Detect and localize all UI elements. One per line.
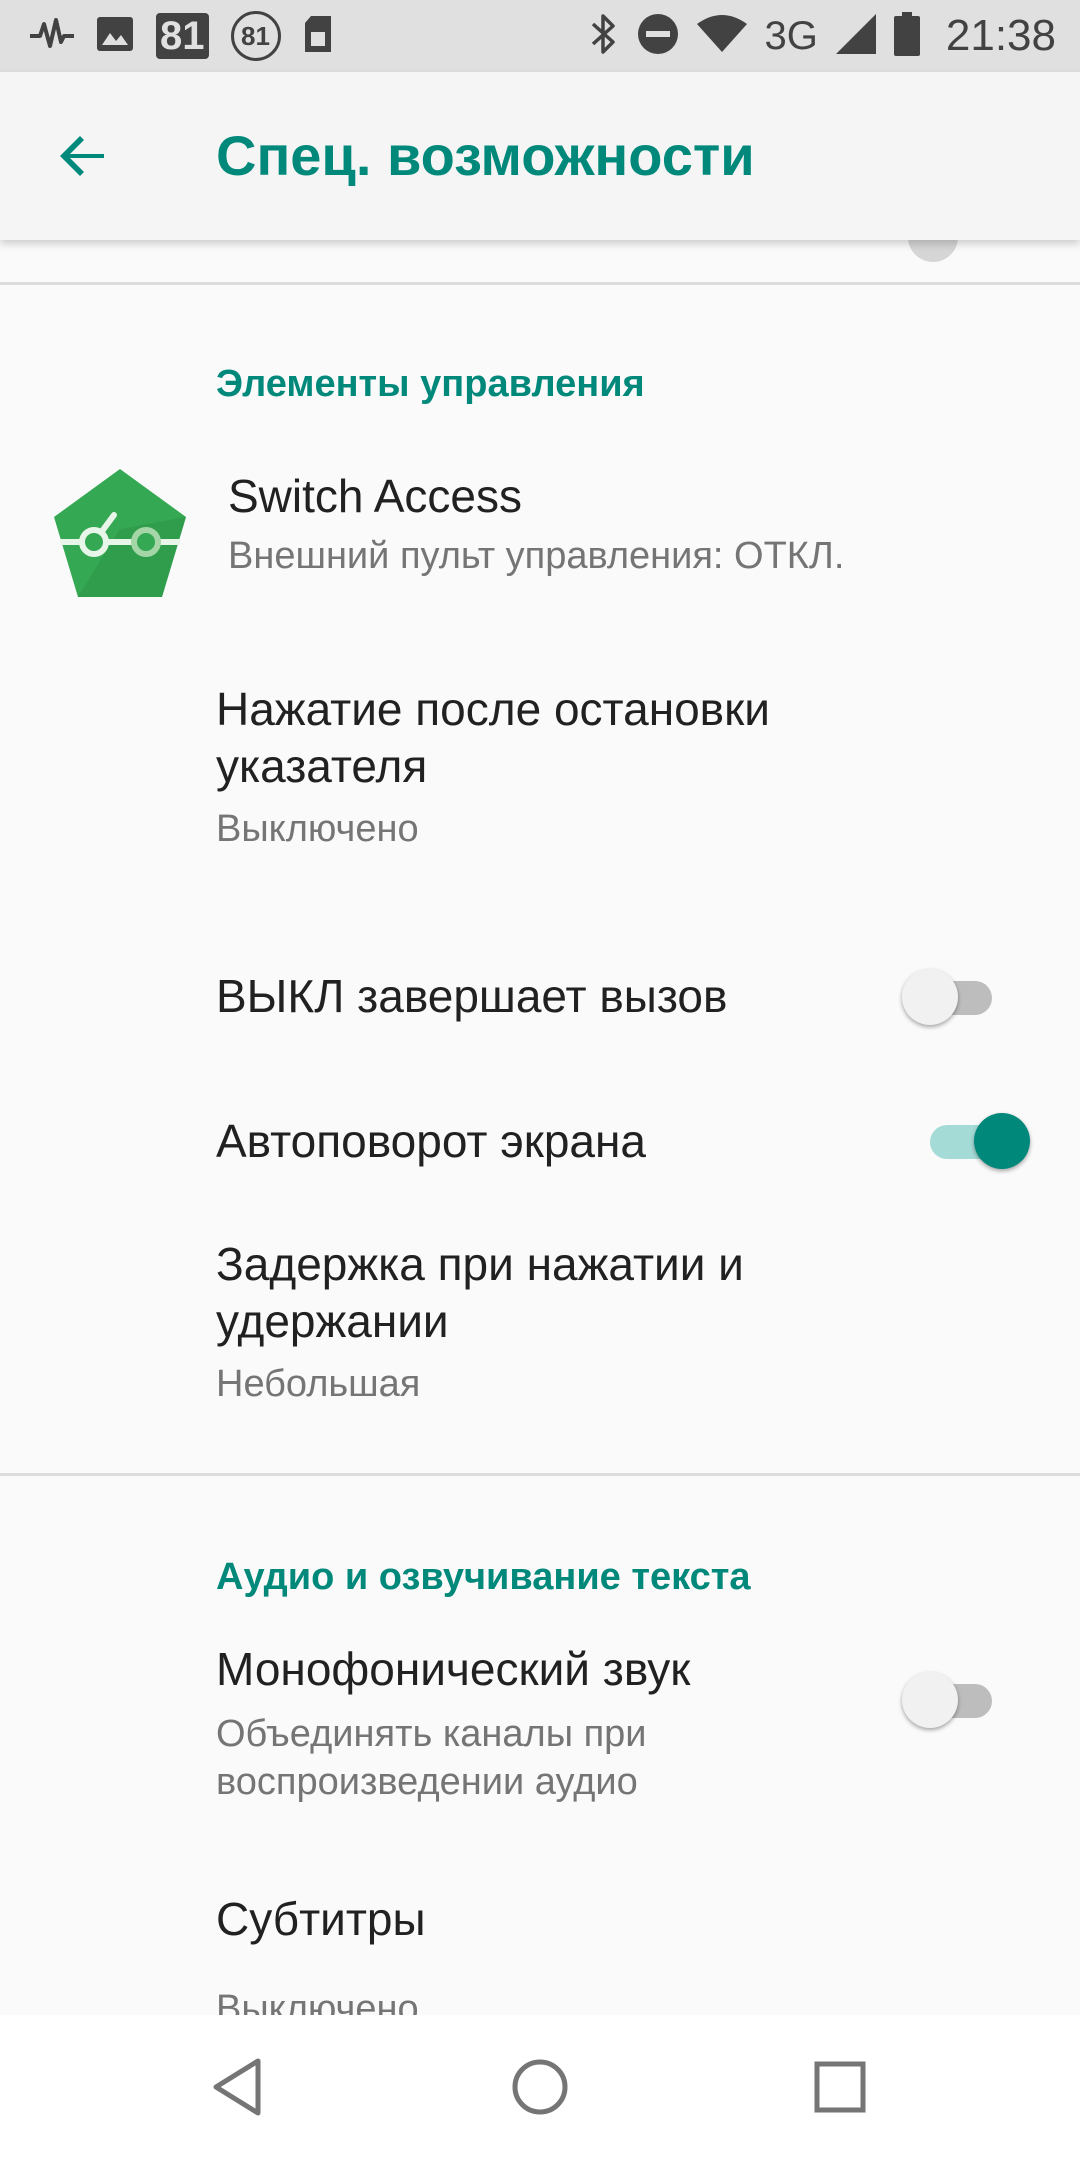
- captions-title: Субтитры: [216, 1893, 426, 1945]
- partial-toggle: [908, 240, 958, 262]
- toggle-thumb: [974, 1113, 1030, 1169]
- touch-hold-delay-title-line1: Задержка при нажатии и: [216, 1238, 744, 1290]
- circle-81-icon: 81: [230, 11, 281, 61]
- status-bar-notifications: 81 81: [30, 11, 333, 61]
- auto-rotate-toggle[interactable]: [920, 1113, 1030, 1169]
- section-header-controls: Элементы управления: [216, 363, 645, 405]
- nav-back-icon: [200, 2058, 280, 2131]
- captions-subtitle: Выключено: [216, 1988, 419, 2015]
- dwell-click-title-line1: Нажатие после остановки: [216, 683, 770, 735]
- nav-back-button[interactable]: [200, 2047, 280, 2127]
- switch-access-app-icon: [52, 467, 188, 606]
- auto-rotate-title: Автоповорот экрана: [216, 1115, 646, 1167]
- pulse-icon: [30, 14, 74, 59]
- touch-hold-delay-subtitle: Небольшая: [216, 1363, 421, 1405]
- nav-recents-button[interactable]: [800, 2047, 880, 2127]
- toggle-thumb: [902, 1672, 958, 1728]
- badge-81-icon: 81: [156, 13, 209, 59]
- navigation-bar: [0, 2015, 1080, 2160]
- back-button[interactable]: [52, 124, 116, 188]
- power-ends-call-toggle[interactable]: [902, 969, 1002, 1025]
- section-header-audio: Аудио и озвучивание текста: [216, 1556, 751, 1598]
- status-bar: 81 81 3G 21:38: [0, 0, 1080, 72]
- mono-audio-toggle[interactable]: [902, 1672, 1002, 1728]
- list-item-touch-hold-delay[interactable]: Задержка при нажатии и удержании Небольш…: [0, 1235, 1080, 1455]
- sim-icon: [303, 14, 333, 59]
- list-item-mono-audio[interactable]: Монофонический звук Объединять каналы пр…: [0, 1640, 1080, 1850]
- network-type-label: 3G: [764, 13, 818, 58]
- mono-audio-title: Монофонический звук: [216, 1643, 691, 1695]
- arrow-back-icon: [52, 136, 116, 192]
- nav-home-icon: [500, 2059, 580, 2131]
- list-item-power-ends-call[interactable]: ВЫКЛ завершает вызов: [0, 945, 1080, 1055]
- battery-icon: [893, 11, 920, 61]
- touch-hold-delay-title-line2: удержании: [216, 1295, 449, 1347]
- clock: 21:38: [945, 11, 1056, 60]
- bluetooth-icon: [589, 12, 619, 61]
- status-bar-system: 3G 21:38: [589, 11, 1056, 61]
- page-title: Спец. возможности: [216, 124, 755, 187]
- nav-recents-icon: [800, 2061, 880, 2131]
- switch-access-title: Switch Access: [228, 470, 522, 522]
- settings-list[interactable]: Элементы управления Switch Access Внешни…: [0, 240, 1080, 2015]
- section-divider: [0, 282, 1080, 285]
- image-icon: [96, 15, 134, 58]
- wifi-icon: [696, 14, 747, 59]
- mono-audio-subtitle-line2: воспроизведении аудио: [216, 1761, 638, 1803]
- mono-audio-subtitle-line1: Объединять каналы при: [216, 1713, 647, 1755]
- list-item-switch-access[interactable]: Switch Access Внешний пульт управления: …: [0, 445, 1080, 625]
- toggle-thumb: [902, 969, 958, 1025]
- section-divider: [0, 1473, 1080, 1476]
- power-ends-call-title: ВЫКЛ завершает вызов: [216, 970, 728, 1022]
- dnd-icon: [637, 13, 679, 60]
- dwell-click-title-line2: указателя: [216, 740, 428, 792]
- nav-home-button[interactable]: [500, 2047, 580, 2127]
- switch-access-subtitle: Внешний пульт управления: ОТКЛ.: [228, 535, 845, 577]
- cellular-signal-icon: [835, 13, 876, 59]
- list-item-captions[interactable]: Субтитры Выключено: [0, 1890, 1080, 2015]
- list-item-auto-rotate[interactable]: Автоповорот экрана: [0, 1090, 1080, 1200]
- list-item-dwell-click[interactable]: Нажатие после остановки указателя Выключ…: [0, 680, 1080, 900]
- app-bar: Спец. возможности: [0, 72, 1080, 240]
- dwell-click-subtitle: Выключено: [216, 808, 419, 850]
